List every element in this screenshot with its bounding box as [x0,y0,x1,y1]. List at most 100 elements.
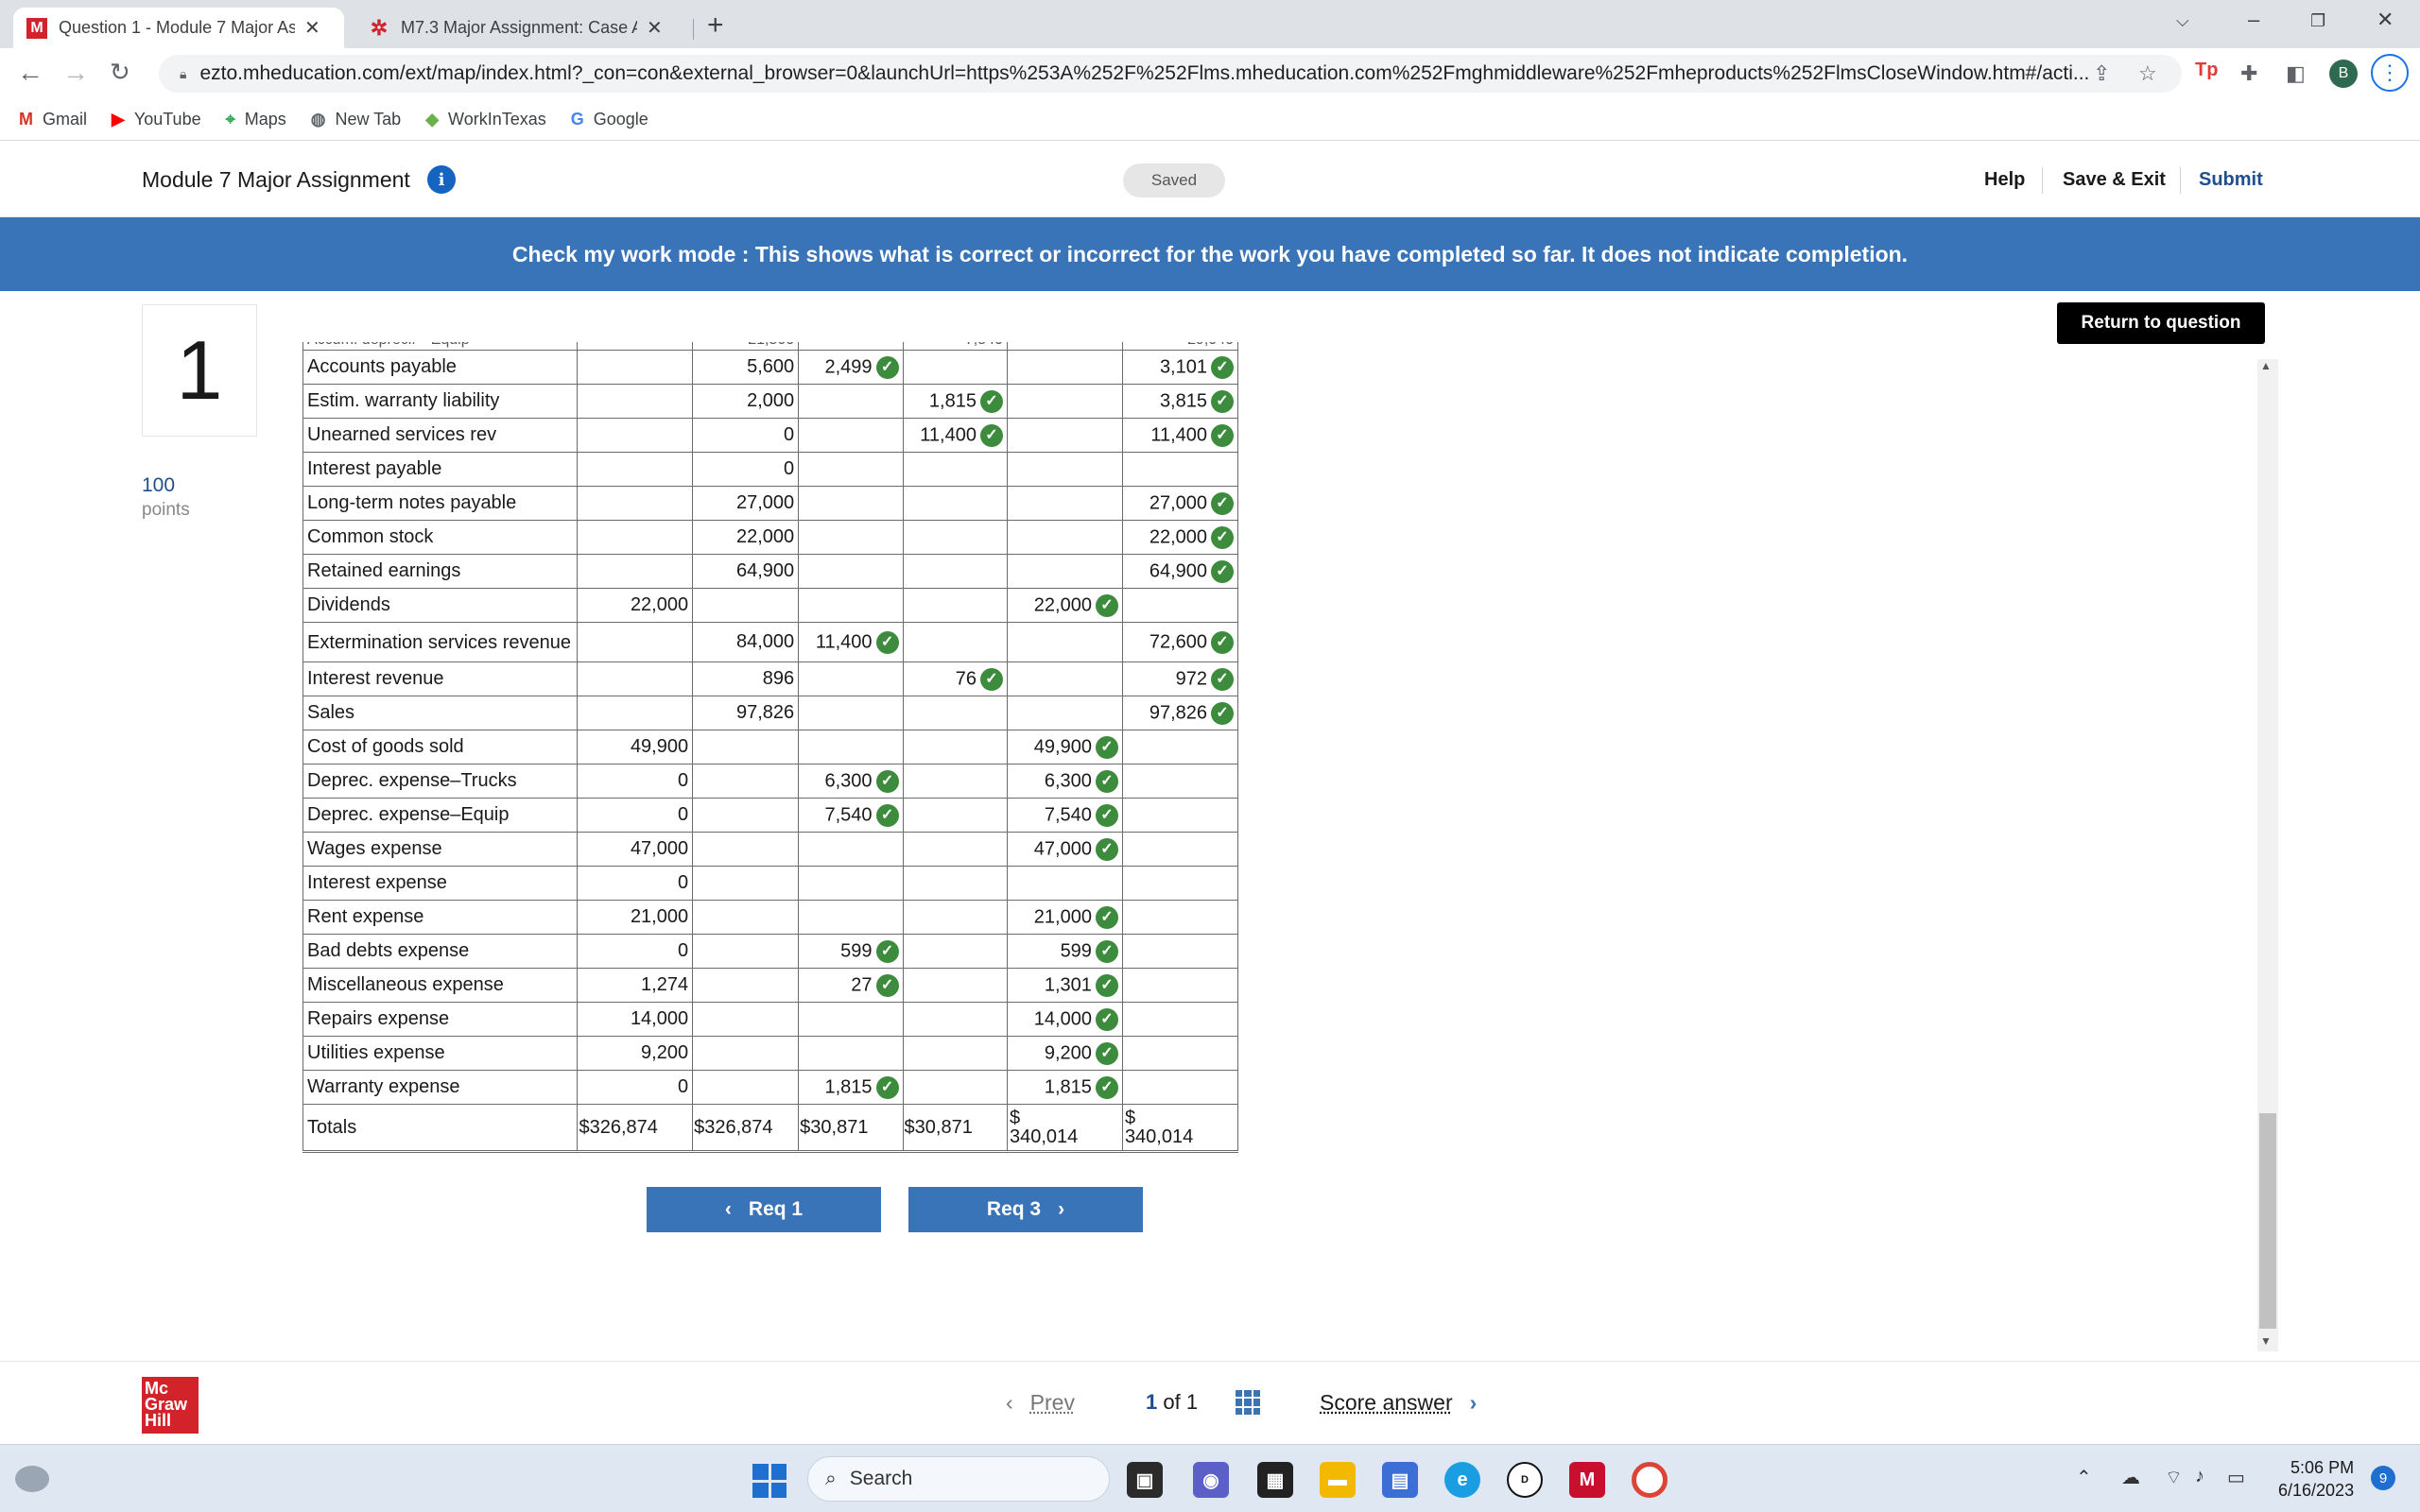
bookmark-gmail[interactable]: M Gmail [19,110,87,129]
amount-cell: 76 ✓ [902,662,1008,696]
task-view-icon[interactable]: ▣ [1127,1462,1163,1498]
amount-cell: 6,300 ✓ [1006,764,1123,799]
amount-cell: 3,815 ✓ [1121,384,1238,419]
amount-cell [798,730,904,765]
file-explorer-icon[interactable]: ▬ [1320,1462,1356,1498]
onedrive-icon[interactable]: ☁ [2121,1466,2140,1489]
chevron-right-icon: › [1058,1198,1065,1220]
amount-cell: 1,815 ✓ [902,384,1008,419]
amount-cell: 64,900 [692,554,800,589]
mcafee-icon[interactable]: M [1569,1462,1605,1498]
correct-check-icon: ✓ [875,630,899,654]
amount-cell [1006,520,1123,555]
chrome-icon[interactable] [1632,1462,1668,1498]
prev-question-link[interactable]: ‹ Prev [1006,1390,1075,1416]
req-1-button[interactable]: ‹ Req 1 [647,1187,881,1232]
scroll-up-arrow-icon[interactable]: ▲ [2260,359,2272,372]
return-to-question-button[interactable]: Return to question [2057,302,2265,344]
amount-value: 972 [1175,667,1207,689]
tab-search-chevron-icon[interactable]: ⌵ [2176,11,2189,31]
scroll-down-arrow-icon[interactable]: ▼ [2260,1334,2272,1348]
bookmark-star-icon[interactable]: ☆ [2138,61,2157,86]
side-panel-icon[interactable]: ◧ [2286,61,2306,86]
amount-value: 76 [955,667,977,689]
amount-cell: 22,000 [577,588,694,623]
amount-cell [692,968,800,1003]
texas-icon: ◆ [425,110,440,129]
edge-browser-icon[interactable]: e [1444,1462,1480,1498]
teams-chat-icon[interactable]: ◉ [1193,1462,1229,1498]
tab-case-analysis[interactable]: ✲ M7.3 Major Assignment: Case An ✕ [355,8,686,48]
table-row: Deprec. expense–Trucks 0 6,300 ✓ 6,300 ✓ [302,764,1238,799]
correct-check-icon: ✓ [1095,735,1118,759]
microsoft-store-icon[interactable]: ▤ [1382,1462,1418,1498]
total-amount-cell: $340,014 [1121,1104,1238,1153]
weather-widget-icon[interactable] [15,1466,49,1492]
correct-check-icon: ✓ [875,973,899,997]
correct-check-icon: ✓ [979,667,1003,691]
correct-check-icon: ✓ [1211,667,1234,691]
tray-chevron-icon[interactable]: ⌃ [2076,1466,2092,1489]
bookmark-workintexas[interactable]: ◆ WorkInTexas [425,110,546,129]
profile-avatar[interactable]: B [2329,60,2358,88]
amount-cell [902,554,1008,589]
account-cell: Repairs expense [302,1002,579,1037]
assignment-footer: Mc Graw Hill ‹ Prev 1 of 1 Score answer … [0,1361,2420,1444]
close-tab-icon[interactable]: ✕ [304,16,320,40]
amount-value: 64,900 [735,560,795,581]
req-3-button[interactable]: Req 3 › [908,1187,1143,1232]
amount-cell [1006,662,1123,696]
help-link[interactable]: Help [1984,169,2025,191]
address-bar[interactable]: 🔒︎ ezto.mheducation.com/ext/map/index.ht… [159,55,2182,93]
volume-icon[interactable]: ♪ [2195,1466,2204,1487]
minimize-icon[interactable]: – [2248,8,2259,32]
score-answer-link[interactable]: Score answer › [1320,1390,1477,1416]
amount-cell [1121,934,1238,969]
taskbar-search-box[interactable]: ⌕ Search [807,1456,1110,1502]
dell-icon[interactable]: D [1507,1462,1543,1498]
close-window-icon[interactable]: ✕ [2377,8,2394,32]
amount-value: 47,000 [1033,837,1092,859]
table-row: Repairs expense 14,000 14,000 ✓ [302,1002,1238,1037]
question-grid-icon[interactable] [1236,1390,1260,1415]
restore-icon[interactable]: ❐ [2310,11,2325,31]
battery-icon[interactable]: ▭ [2227,1466,2245,1489]
submit-link[interactable]: Submit [2199,169,2263,191]
amount-cell: 14,000 ✓ [1006,1002,1123,1037]
extension-tp-icon[interactable]: Tp [2195,60,2218,81]
amount-value: 0 [784,424,795,445]
share-icon[interactable]: ⇪ [2093,61,2110,86]
saved-status-badge: Saved [1123,163,1225,198]
bookmark-google[interactable]: G Google [571,110,648,129]
windows-start-icon[interactable] [752,1464,786,1498]
amount-cell [577,384,694,419]
notification-badge[interactable]: 9 [2371,1466,2395,1490]
save-exit-link[interactable]: Save & Exit [2063,169,2166,191]
amount-value: 6,300 [1044,769,1092,791]
amount-cell [577,452,694,487]
minecraft-icon[interactable]: ▦ [1257,1462,1293,1498]
close-tab-icon[interactable]: ✕ [647,16,663,40]
tab-question-1[interactable]: M Question 1 - Module 7 Major Ass ✕ [13,8,344,48]
taskbar-clock[interactable]: 5:06 PM 6/16/2023 [2278,1456,2354,1502]
wifi-icon[interactable]: ⌔ [2165,1466,2183,1489]
account-label: Bad debts expense [307,940,470,961]
bookmark-new-tab[interactable]: ◍ New Tab [311,110,401,129]
bookmark-youtube[interactable]: ▶ YouTube [112,110,201,129]
new-tab-button[interactable]: + [707,9,724,42]
google-icon: G [570,110,584,129]
table-row: Rent expense 21,000 21,000 ✓ [302,900,1238,935]
browser-menu-icon[interactable]: ⋮ [2371,54,2409,92]
forward-icon[interactable]: → [62,58,89,88]
account-cell: Deprec. expense–Trucks [302,764,579,799]
amount-cell [1006,384,1123,419]
scrollbar-thumb[interactable] [2259,1113,2276,1329]
extensions-puzzle-icon[interactable]: ✚ [2240,61,2257,86]
account-label: Interest expense [307,872,447,893]
worksheet-scroll-area[interactable]: Accum. depreci.—Equip21,5007,54029,040Ac… [302,342,1238,1174]
check-my-work-banner: Check my work mode : This shows what is … [0,217,2420,291]
back-icon[interactable]: ← [17,58,43,88]
bookmark-maps[interactable]: ⌖ Maps [226,110,286,129]
reload-icon[interactable]: ↻ [110,58,130,87]
info-icon[interactable]: i [427,165,456,194]
